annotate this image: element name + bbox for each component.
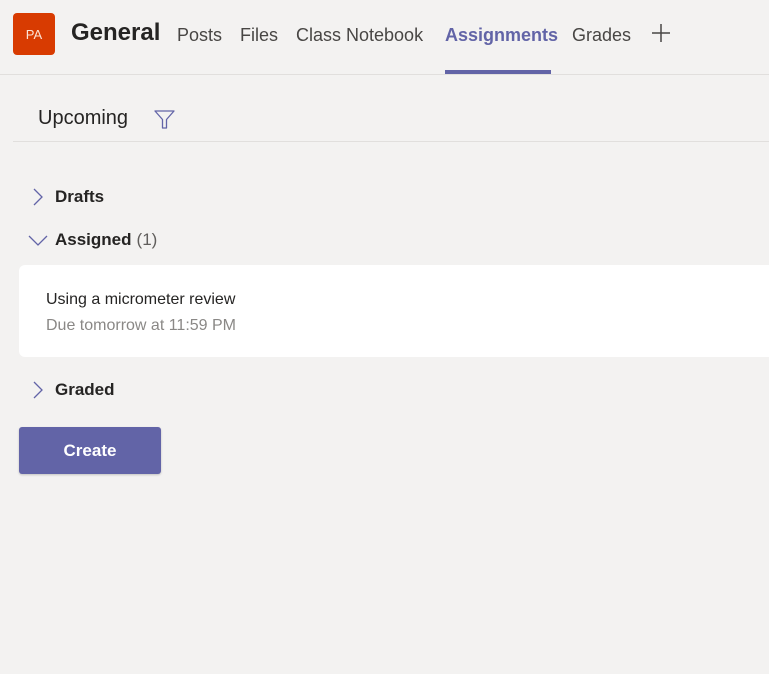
- channel-title: General: [71, 19, 161, 46]
- assignment-due: Due tomorrow at 11:59 PM: [46, 317, 237, 334]
- section-assigned-label: Assigned: [55, 230, 132, 249]
- tab-class-notebook[interactable]: Class Notebook: [296, 25, 423, 46]
- section-drafts[interactable]: Drafts: [28, 187, 104, 207]
- filter-icon[interactable]: [154, 110, 175, 129]
- team-avatar[interactable]: PA: [13, 13, 55, 55]
- upcoming-label[interactable]: Upcoming: [38, 107, 128, 130]
- tab-files[interactable]: Files: [240, 25, 278, 46]
- divider: [13, 141, 769, 142]
- chevron-down-icon: [28, 235, 48, 246]
- tab-grades[interactable]: Grades: [572, 25, 631, 46]
- assignment-title: Using a micrometer review: [46, 291, 236, 308]
- plus-icon[interactable]: [650, 22, 672, 44]
- assigned-count: (1): [136, 230, 158, 249]
- section-graded[interactable]: Graded: [28, 380, 115, 400]
- section-assigned[interactable]: Assigned (1): [28, 230, 157, 250]
- assignment-card[interactable]: Using a micrometer review Due tomorrow a…: [19, 265, 769, 357]
- chevron-right-icon: [33, 188, 43, 206]
- chevron-right-icon: [33, 381, 43, 399]
- tab-assignments[interactable]: Assignments: [445, 25, 558, 46]
- section-drafts-label: Drafts: [55, 187, 105, 206]
- tab-posts[interactable]: Posts: [177, 25, 222, 46]
- section-graded-label: Graded: [55, 380, 115, 399]
- channel-header: PA General Posts Files Class Notebook As…: [0, 0, 769, 75]
- active-tab-indicator: [445, 70, 551, 74]
- create-button[interactable]: Create: [19, 427, 161, 474]
